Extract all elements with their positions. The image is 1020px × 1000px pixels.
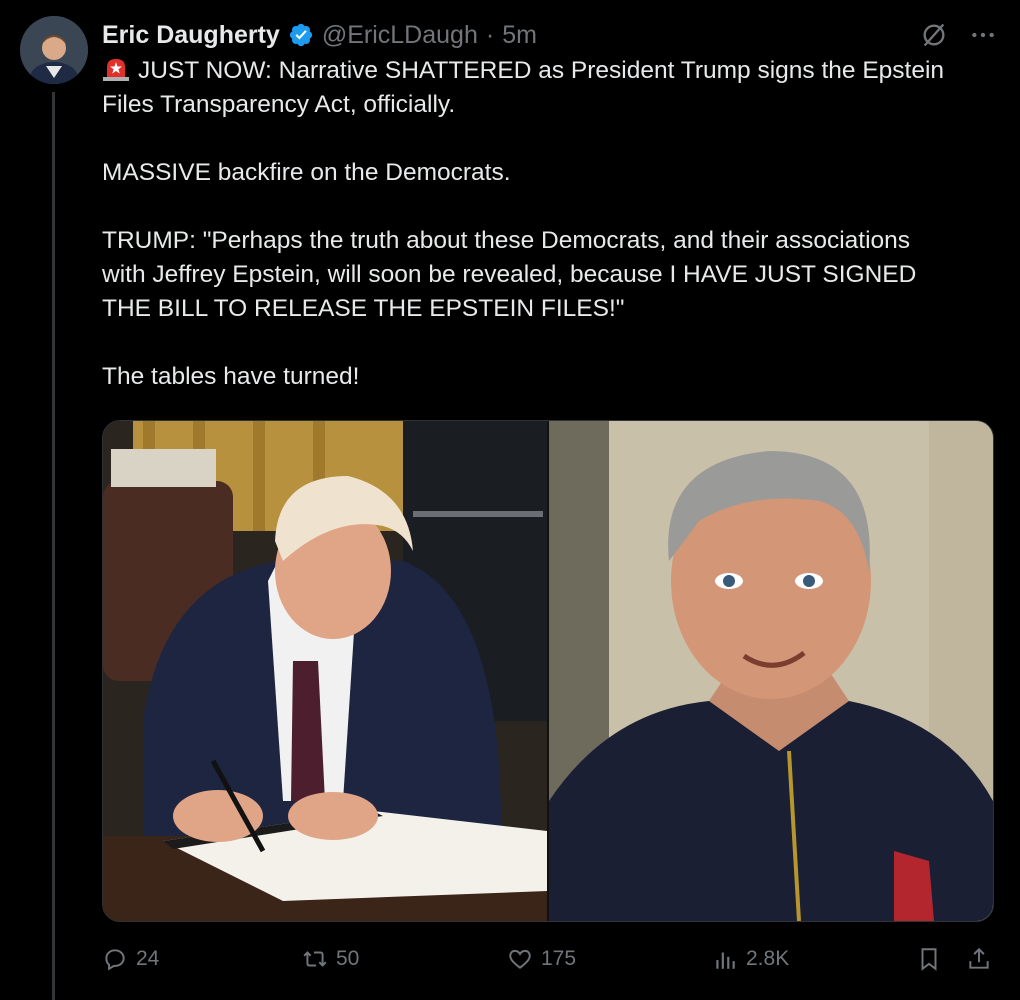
share-button[interactable]	[966, 946, 992, 972]
post-paragraph-3: TRUMP: "Perhaps the truth about these De…	[102, 227, 917, 322]
tweet-header: Eric Daugherty @EricLDaugh · 5m	[102, 18, 996, 52]
verified-badge-icon[interactable]	[288, 22, 314, 48]
avatar[interactable]	[20, 16, 88, 84]
separator-dot: ·	[485, 20, 495, 49]
author-handle[interactable]: @EricLDaugh	[322, 21, 478, 50]
repost-button[interactable]: 50	[302, 946, 507, 972]
reply-count: 24	[136, 947, 160, 970]
like-icon	[509, 949, 531, 969]
photo-epstein-portrait[interactable]	[549, 421, 993, 921]
like-count: 175	[541, 947, 577, 970]
post-paragraph-2: MASSIVE backfire on the Democrats.	[102, 159, 511, 186]
timestamp[interactable]: 5m	[502, 21, 537, 50]
share-icon	[969, 947, 989, 969]
photo-trump-signing[interactable]	[103, 421, 547, 921]
author-name[interactable]: Eric Daugherty	[102, 21, 280, 50]
repost-icon	[303, 951, 327, 967]
view-count: 2.8K	[746, 947, 790, 970]
views-icon	[716, 952, 735, 969]
more-icon[interactable]	[970, 22, 996, 48]
action-bar-end	[916, 946, 992, 972]
siren-emoji-icon	[102, 54, 130, 82]
bookmark-icon	[921, 948, 937, 971]
thread-line	[52, 92, 55, 1000]
reply-icon	[105, 949, 125, 971]
tweet[interactable]: Eric Daugherty @EricLDaugh · 5m JUST NOW…	[0, 0, 1020, 1000]
post-paragraph-1: JUST NOW: Narrative SHATTERED as Preside…	[102, 57, 945, 118]
grok-icon[interactable]	[920, 21, 948, 49]
action-bar: 24 50 175 2.8K	[102, 938, 992, 980]
reply-button[interactable]: 24	[102, 946, 302, 972]
views-button[interactable]: 2.8K	[712, 946, 912, 972]
bookmark-button[interactable]	[916, 946, 942, 972]
post-paragraph-4: The tables have turned!	[102, 363, 360, 390]
like-button[interactable]: 175	[507, 946, 712, 972]
tweet-text: JUST NOW: Narrative SHATTERED as Preside…	[102, 54, 1002, 428]
repost-count: 50	[336, 947, 360, 970]
media-grid[interactable]	[102, 420, 994, 922]
